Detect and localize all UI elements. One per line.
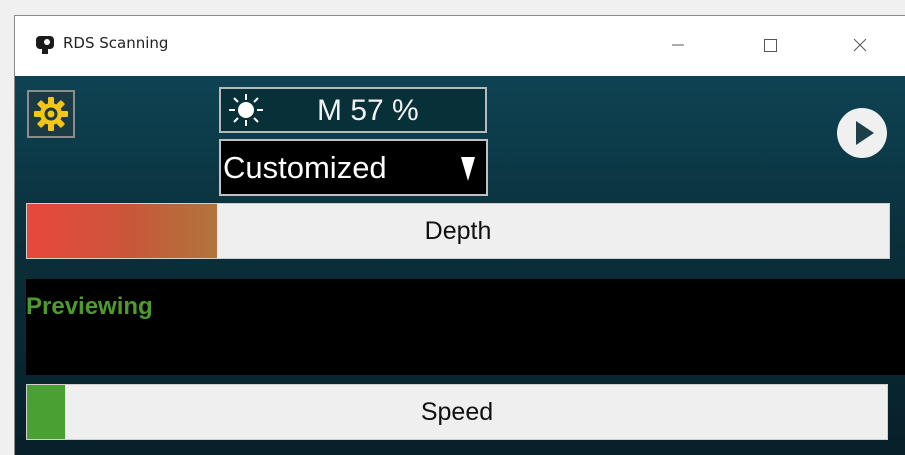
close-icon[interactable]: [837, 30, 883, 60]
gear-icon: [34, 97, 68, 131]
play-icon[interactable]: [835, 106, 889, 160]
maximize-icon[interactable]: [747, 30, 793, 60]
window-title: RDS Scanning: [63, 34, 169, 52]
scanner-panel: M 57 % Customized Depth Previewing Speed: [15, 76, 905, 455]
status-text: Previewing: [26, 293, 153, 320]
app-window: RDS Scanning M 57 % Customized Depth Pre…: [14, 15, 905, 455]
brightness-value: M 57 %: [317, 94, 419, 127]
camera-icon: [36, 36, 54, 54]
brightness-display[interactable]: M 57 %: [219, 87, 487, 133]
preset-dropdown[interactable]: Customized: [219, 139, 488, 196]
dropdown-arrow-icon: [461, 157, 475, 181]
sun-icon: [229, 94, 263, 126]
minimize-icon[interactable]: [655, 30, 701, 60]
speed-slider[interactable]: Speed: [26, 384, 888, 440]
preview-area: Previewing: [26, 279, 905, 375]
depth-slider[interactable]: Depth: [26, 203, 890, 259]
speed-label: Speed: [420, 397, 494, 426]
title-bar[interactable]: RDS Scanning: [15, 16, 905, 76]
depth-label: Depth: [424, 216, 492, 245]
settings-button[interactable]: [27, 90, 75, 138]
preset-value: Customized: [223, 150, 387, 185]
